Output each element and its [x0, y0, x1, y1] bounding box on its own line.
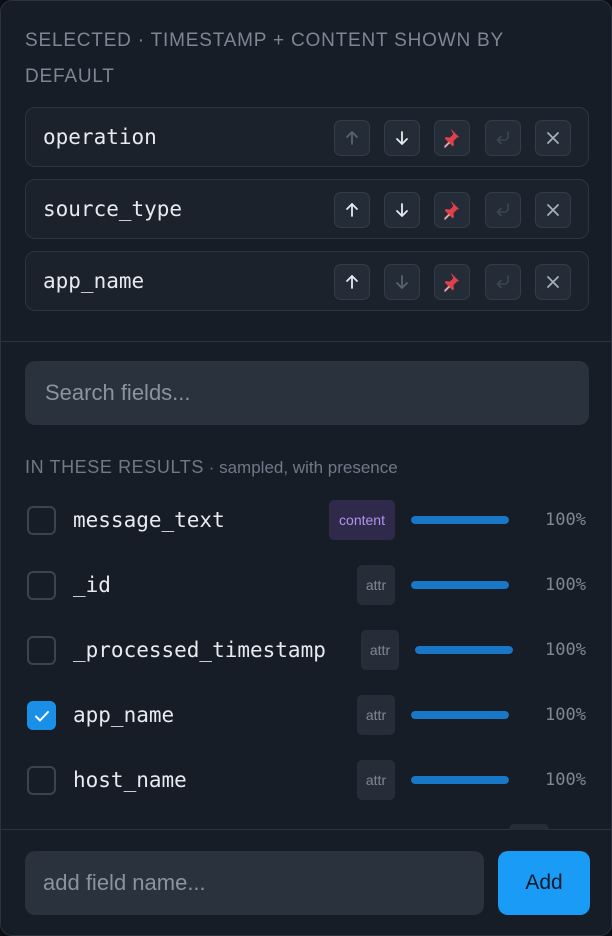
- field-checkbox[interactable]: [27, 766, 56, 795]
- field-type-badge: content: [329, 500, 395, 540]
- add-field-footer: Add: [1, 824, 611, 935]
- presence-bar: [415, 646, 513, 654]
- pin-button[interactable]: [434, 264, 470, 300]
- move-up-button[interactable]: [334, 264, 370, 300]
- field-row[interactable]: app_name attr 100%: [1, 683, 611, 748]
- close-icon: [543, 200, 563, 220]
- selected-field-name: app_name: [43, 269, 145, 293]
- add-button[interactable]: Add: [498, 851, 590, 915]
- search-fields-input[interactable]: [25, 361, 589, 425]
- selected-field-name: source_type: [43, 197, 183, 221]
- selected-field-row: operation: [25, 107, 589, 167]
- return-icon: [493, 128, 513, 148]
- return-icon: [493, 272, 513, 292]
- field-checkbox[interactable]: [27, 506, 56, 535]
- wrap-button[interactable]: [485, 264, 521, 300]
- field-checkbox[interactable]: [27, 701, 56, 730]
- move-down-button[interactable]: [384, 264, 420, 300]
- presence-percent: 100%: [545, 705, 586, 725]
- selected-field-row: source_type: [25, 179, 589, 239]
- presence-bar: [411, 776, 509, 784]
- field-row[interactable]: _processed_timestamp attr 100%: [1, 618, 611, 683]
- check-icon: [34, 710, 49, 721]
- presence-bar: [411, 581, 509, 589]
- field-checkbox[interactable]: [27, 571, 56, 600]
- divider: [1, 341, 611, 342]
- field-picker-panel: SELECTED · TIMESTAMP + CONTENT SHOWN BY …: [0, 0, 612, 936]
- presence-bar-fill: [411, 776, 509, 784]
- presence-bar-fill: [411, 711, 509, 719]
- results-heading-label: IN THESE RESULTS: [25, 457, 204, 477]
- field-row[interactable]: host_name attr 100%: [1, 748, 611, 813]
- selected-field-name: operation: [43, 125, 157, 149]
- move-down-button[interactable]: [384, 192, 420, 228]
- arrow-up-icon: [342, 128, 362, 148]
- presence-percent: 100%: [545, 510, 586, 530]
- partial-badge: [509, 824, 549, 830]
- field-name: host_name: [73, 768, 187, 792]
- field-name: _id: [73, 573, 111, 597]
- presence-percent: 100%: [545, 640, 586, 660]
- pin-button[interactable]: [434, 192, 470, 228]
- arrow-down-icon: [392, 128, 412, 148]
- wrap-button[interactable]: [485, 120, 521, 156]
- arrow-up-icon: [342, 200, 362, 220]
- pin-button[interactable]: [434, 120, 470, 156]
- pin-icon: [442, 272, 462, 292]
- return-icon: [493, 200, 513, 220]
- presence-bar: [411, 516, 509, 524]
- results-heading: IN THESE RESULTS · sampled, with presenc…: [25, 455, 398, 481]
- remove-button[interactable]: [535, 120, 571, 156]
- presence-bar-fill: [411, 581, 509, 589]
- field-name: _processed_timestamp: [73, 638, 326, 662]
- presence-percent: 100%: [545, 770, 586, 790]
- presence-bar: [411, 711, 509, 719]
- field-name: app_name: [73, 703, 175, 727]
- field-type-badge: attr: [357, 565, 395, 605]
- field-row[interactable]: _id attr 100%: [1, 553, 611, 618]
- wrap-button[interactable]: [485, 192, 521, 228]
- move-down-button[interactable]: [384, 120, 420, 156]
- selected-section-title: SELECTED · TIMESTAMP + CONTENT SHOWN BY …: [25, 30, 504, 87]
- arrow-up-icon: [342, 272, 362, 292]
- pin-icon: [442, 200, 462, 220]
- remove-button[interactable]: [535, 192, 571, 228]
- close-icon: [543, 128, 563, 148]
- field-type-badge: attr: [357, 760, 395, 800]
- field-name: message_text: [73, 508, 225, 532]
- presence-bar-fill: [415, 646, 513, 654]
- results-heading-note: · sampled, with presence: [203, 458, 398, 477]
- field-checkbox[interactable]: [27, 636, 56, 665]
- field-row[interactable]: message_text content 100%: [1, 488, 611, 553]
- add-field-input[interactable]: [25, 851, 484, 915]
- remove-button[interactable]: [535, 264, 571, 300]
- move-up-button[interactable]: [334, 192, 370, 228]
- move-up-button[interactable]: [334, 120, 370, 156]
- arrow-down-icon: [392, 200, 412, 220]
- pin-icon: [442, 128, 462, 148]
- presence-bar-fill: [411, 516, 509, 524]
- field-type-badge: attr: [361, 630, 399, 670]
- field-list[interactable]: message_text content 100% _id attr 100% _proce…: [1, 488, 611, 828]
- field-type-badge: attr: [357, 695, 395, 735]
- presence-percent: 100%: [545, 575, 586, 595]
- selected-field-row: app_name: [25, 251, 589, 311]
- arrow-down-icon: [392, 272, 412, 292]
- close-icon: [543, 272, 563, 292]
